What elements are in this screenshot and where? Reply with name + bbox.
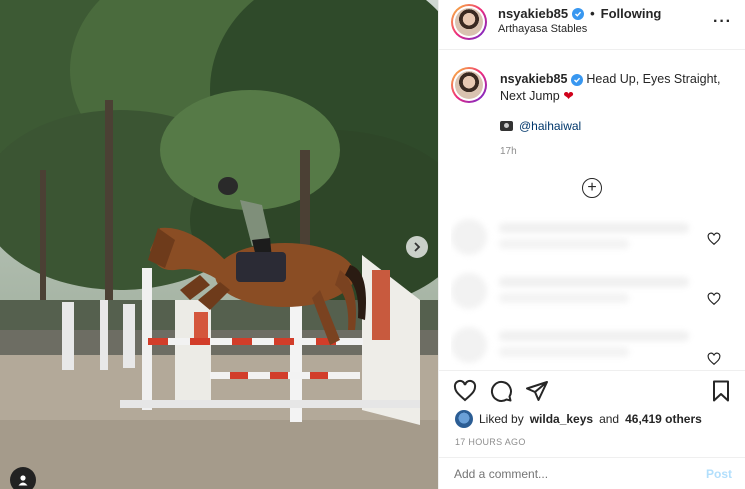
post-photo[interactable] bbox=[0, 0, 438, 489]
more-options-icon[interactable]: ··· bbox=[713, 13, 732, 31]
author-line: nsyakieb85 • Following bbox=[498, 6, 661, 21]
post-comment-button[interactable]: Post bbox=[706, 467, 732, 481]
comment-like-heart-icon[interactable] bbox=[707, 352, 721, 366]
separator-dot: • bbox=[590, 6, 595, 21]
paper-plane-icon[interactable] bbox=[525, 379, 549, 403]
liked-by-prefix: Liked by bbox=[479, 412, 524, 426]
following-button[interactable]: Following bbox=[601, 6, 662, 21]
bookmark-icon[interactable] bbox=[709, 379, 733, 403]
post-timestamp[interactable]: 17 HOURS AGO bbox=[455, 437, 526, 447]
caption-time: 17h bbox=[500, 146, 517, 157]
comment-item bbox=[451, 267, 701, 315]
liked-by-and: and bbox=[599, 412, 620, 426]
likes-count-link[interactable]: 46,419 others bbox=[625, 412, 702, 426]
post-location[interactable]: Arthayasa Stables bbox=[498, 23, 587, 35]
heart-icon[interactable] bbox=[453, 379, 477, 403]
post-caption: nsyakieb85 Head Up, Eyes Straight, Next … bbox=[500, 71, 730, 105]
chevron-right-icon bbox=[414, 242, 421, 252]
load-more-comments-button[interactable]: + bbox=[582, 178, 602, 198]
post-side-panel: nsyakieb85 • Following Arthayasa Stables… bbox=[438, 0, 745, 489]
next-photo-button[interactable] bbox=[406, 236, 428, 258]
post-actions: Liked by wilda_keys and 46,419 others 17… bbox=[439, 370, 745, 489]
comment-item bbox=[451, 321, 701, 369]
liked-by-line: Liked by wilda_keys and 46,419 others bbox=[455, 410, 702, 428]
add-comment-bar: Post bbox=[439, 457, 745, 489]
photo-credit: @haihaiwal bbox=[500, 119, 581, 133]
verified-badge-icon bbox=[572, 7, 585, 20]
comment-icon[interactable] bbox=[489, 379, 513, 403]
comment-input[interactable] bbox=[454, 467, 684, 481]
liker-avatar[interactable] bbox=[455, 410, 473, 428]
author-username[interactable]: nsyakieb85 bbox=[498, 6, 568, 21]
comment-like-heart-icon[interactable] bbox=[707, 292, 721, 306]
comment-item bbox=[451, 213, 701, 261]
comment-like-heart-icon[interactable] bbox=[707, 232, 721, 246]
caption-avatar[interactable] bbox=[451, 67, 487, 103]
horse-jumping-image bbox=[0, 0, 438, 489]
user-icon bbox=[18, 475, 28, 486]
verified-badge-icon bbox=[570, 74, 583, 86]
comments-list bbox=[451, 205, 731, 370]
red-heart-emoji: ❤ bbox=[563, 89, 574, 103]
credit-mention-link[interactable]: @haihaiwal bbox=[519, 119, 581, 133]
post-header: nsyakieb85 • Following Arthayasa Stables… bbox=[439, 0, 745, 50]
caption-username[interactable]: nsyakieb85 bbox=[500, 72, 567, 86]
tagged-users-button[interactable] bbox=[10, 467, 36, 489]
liked-by-user[interactable]: wilda_keys bbox=[530, 412, 593, 426]
author-avatar[interactable] bbox=[451, 4, 487, 40]
camera-icon bbox=[500, 121, 513, 131]
